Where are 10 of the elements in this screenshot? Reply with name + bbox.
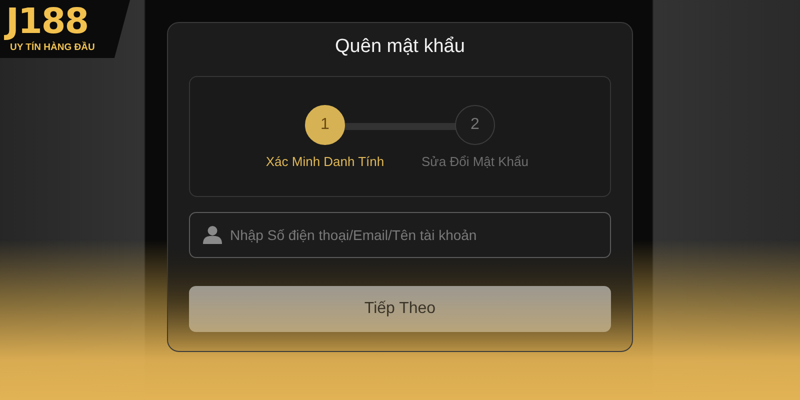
- step-number[interactable]: 1: [305, 105, 345, 145]
- step-label: Sửa Đổi Mật Khẩu: [422, 154, 528, 169]
- dialog-title: Quên mật khẩu: [335, 35, 465, 59]
- user-icon: [203, 225, 222, 244]
- brand-tagline: UY TÍN HÀNG ĐẦU: [9, 42, 95, 53]
- step-label: Xác Minh Danh Tính: [266, 154, 384, 169]
- account-input-field[interactable]: Nhập Số điện thoại/Email/Tên tài khoản: [189, 212, 611, 258]
- step-number[interactable]: 2: [455, 105, 495, 145]
- brand-name: J188: [6, 2, 88, 42]
- next-button[interactable]: Tiếp Theo: [189, 286, 611, 332]
